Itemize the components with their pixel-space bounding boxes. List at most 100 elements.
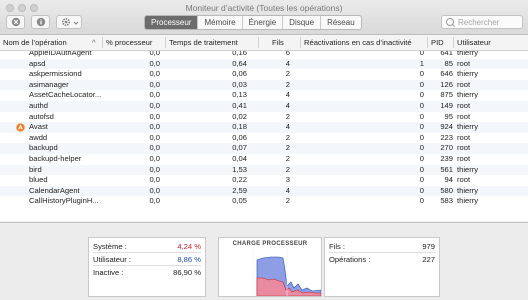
cell-time: 2,59	[232, 185, 247, 195]
avast-icon	[16, 123, 25, 132]
user-value: 8,86 %	[177, 255, 201, 264]
cell-time: 0,03	[232, 79, 247, 89]
cell-time: 0,06	[232, 132, 247, 142]
idle-label: Inactive :	[93, 268, 124, 277]
table-row[interactable]: askpermissiond 0,0 0,06 2 0 646 thierry	[0, 69, 528, 80]
inspect-process-button[interactable]	[31, 15, 50, 29]
cell-user: thierry	[457, 164, 479, 174]
cell-cpu: 0,0	[149, 79, 160, 89]
table-row[interactable]: AppleIDAuthAgent 0,0 0,16 6 0 641 thierry	[0, 51, 528, 59]
cell-time: 0,16	[232, 51, 247, 57]
cell-threads: 4	[285, 122, 290, 132]
table-row[interactable]: awdd 0,0 0,06 2 0 223 root	[0, 133, 528, 144]
cell-time: 0,64	[232, 58, 247, 68]
cell-pid: 580	[440, 185, 453, 195]
cpu-usage-panel: Système : 4,24 % Utilisateur : 8,86 % In…	[88, 237, 206, 297]
cell-cpu: 0,0	[149, 122, 160, 132]
processes-label: Opérations :	[329, 255, 371, 264]
cell-name: authd	[29, 101, 49, 110]
cell-pid: 875	[440, 90, 453, 100]
table-row[interactable]: CallHistoryPluginH... 0,0 0,05 2 0 583 thierry	[0, 196, 528, 207]
cell-wakeups: 0	[419, 90, 424, 100]
cell-wakeups: 0	[419, 143, 424, 153]
table-row[interactable]: AssetCacheLocator... 0,0 0,13 4 0 875 thierry	[0, 90, 528, 101]
cell-cpu: 0,0	[149, 143, 160, 153]
cell-name: askpermissiond	[29, 69, 82, 79]
cell-user: root	[457, 132, 471, 142]
table-row[interactable]: backupd 0,0 0,07 2 0 270 root	[0, 143, 528, 154]
cell-user: thierry	[457, 51, 479, 57]
cell-threads: 4	[285, 90, 290, 100]
cell-wakeups: 0	[419, 175, 424, 185]
table-row[interactable]: bird 0,0 1,53 2 0 561 thierry	[0, 164, 528, 176]
sort-indicator[interactable]: ^	[92, 38, 96, 47]
gear-icon	[61, 17, 71, 27]
cell-time: 0,02	[232, 111, 247, 121]
cell-wakeups: 0	[419, 69, 424, 79]
cell-threads: 2	[285, 79, 290, 89]
cell-name: backupd	[29, 143, 58, 153]
table-row[interactable]: apsd 0,0 0,64 4 1 85 root	[0, 58, 528, 70]
cell-threads: 3	[285, 175, 290, 185]
column-header-cpu[interactable]: % processeur	[106, 38, 152, 47]
toolbar: Moniteur d’activité (Toutes les opératio…	[0, 0, 528, 35]
cell-name: CalendarAgent	[29, 185, 80, 195]
cell-wakeups: 0	[419, 79, 424, 89]
table-row[interactable]: CalendarAgent 0,0 2,59 4 0 580 thierry	[0, 185, 528, 197]
cell-time: 0,22	[232, 175, 247, 185]
cell-pid: 583	[440, 196, 453, 206]
cell-threads: 2	[285, 69, 290, 79]
cell-cpu: 0,0	[149, 164, 160, 174]
action-menu-button[interactable]	[56, 15, 82, 29]
cell-user: root	[457, 111, 471, 121]
stop-process-button[interactable]	[6, 15, 25, 29]
cell-user: thierry	[457, 69, 479, 79]
tab-memoire[interactable]: Mémoire	[198, 16, 243, 29]
tab-processeur[interactable]: Processeur	[145, 16, 199, 29]
cell-cpu: 0,0	[149, 175, 160, 185]
column-header-wakeups[interactable]: Réactivations en cas d’inactivité	[304, 38, 412, 47]
cell-pid: 646	[440, 69, 453, 79]
cell-threads: 6	[285, 51, 290, 57]
cell-user: thierry	[457, 185, 479, 195]
system-value: 4,24 %	[177, 242, 201, 251]
table-row[interactable]: autofsd 0,0 0,02 2 0 95 root	[0, 112, 528, 123]
cell-user: root	[457, 143, 471, 153]
tab-disque[interactable]: Disque	[283, 16, 322, 29]
cell-name: asimanager	[29, 79, 69, 89]
cell-name: Avast	[29, 122, 48, 132]
cell-wakeups: 0	[419, 164, 424, 174]
tab-energie[interactable]: Énergie	[243, 16, 284, 29]
cell-pid: 239	[440, 154, 453, 163]
column-header-time[interactable]: Temps de traitement	[169, 38, 238, 47]
cell-user: root	[457, 175, 471, 185]
cell-pid: 95	[444, 111, 453, 121]
cell-cpu: 0,0	[149, 69, 160, 79]
table-row[interactable]: backupd-helper 0,0 0,04 2 0 239 root	[0, 154, 528, 165]
column-header-name[interactable]: Nom de l’opération	[3, 38, 67, 47]
cell-user: root	[457, 154, 471, 163]
tab-reseau[interactable]: Réseau	[321, 16, 361, 29]
close-process-icon	[11, 17, 20, 27]
cell-threads: 2	[285, 132, 290, 142]
cell-pid: 85	[444, 58, 453, 68]
threads-panel: Fils : 979 Opérations : 227	[324, 237, 440, 297]
cell-cpu: 0,0	[149, 132, 160, 142]
column-header-pid[interactable]: PID	[431, 38, 444, 47]
cell-user: root	[457, 79, 471, 89]
cell-user: thierry	[457, 196, 479, 206]
search-field[interactable]: Rechercher	[441, 15, 523, 29]
table-row[interactable]: blued 0,0 0,22 3 0 94 root	[0, 175, 528, 186]
user-label: Utilisateur :	[93, 255, 131, 264]
cell-time: 1,53	[232, 164, 247, 174]
process-table[interactable]: AppleIDAuthAgent 0,0 0,16 6 0 641 thierry apsd 0…	[0, 51, 528, 221]
table-row[interactable]: authd 0,0 0,41 4 0 149 root	[0, 101, 528, 112]
column-header-threads[interactable]: Fils	[272, 38, 284, 47]
idle-value: 86,90 %	[173, 268, 201, 277]
cell-time: 0,13	[232, 90, 247, 100]
cell-threads: 2	[285, 196, 290, 206]
threads-label: Fils :	[329, 242, 346, 251]
table-row[interactable]: asimanager 0,0 0,03 2 0 126 root	[0, 79, 528, 91]
column-header-user[interactable]: Utilisateur	[457, 38, 491, 47]
table-row[interactable]: Avast 0,0 0,18 4 0 924 thierry	[0, 122, 528, 133]
